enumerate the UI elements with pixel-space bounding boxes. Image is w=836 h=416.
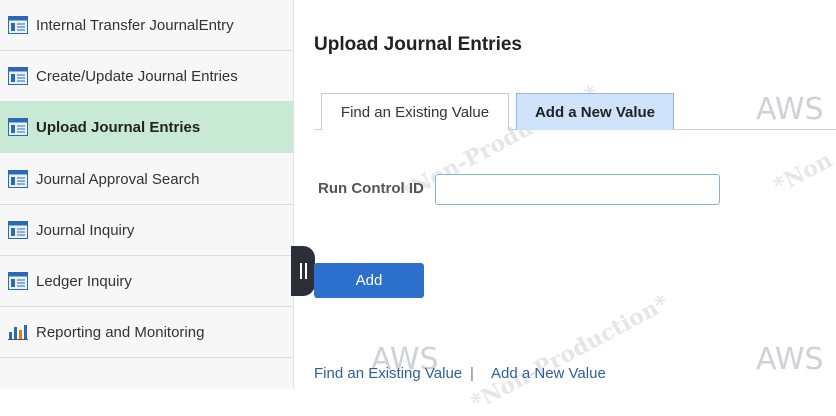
sidebar-item-journal-inquiry[interactable]: Journal Inquiry xyxy=(0,205,293,256)
component-page-icon xyxy=(8,16,28,34)
sidebar-nav: Internal Transfer JournalEntry Create/Up… xyxy=(0,0,294,389)
run-control-id-label: Run Control ID xyxy=(318,180,424,197)
component-page-icon xyxy=(8,272,28,290)
run-control-id-input[interactable] xyxy=(435,174,720,205)
sidebar-item-journal-approval-search[interactable]: Journal Approval Search xyxy=(0,154,293,205)
component-page-icon xyxy=(8,221,28,239)
tab-find-existing-value[interactable]: Find an Existing Value xyxy=(321,93,509,130)
sidebar-item-label: Create/Update Journal Entries xyxy=(36,67,238,85)
sidebar-item-label: Journal Approval Search xyxy=(36,170,200,188)
component-page-icon xyxy=(8,170,28,188)
sidebar-item-label: Ledger Inquiry xyxy=(36,272,132,290)
sidebar-item-label: Journal Inquiry xyxy=(36,221,135,239)
footer-link-separator: | xyxy=(470,365,474,382)
sidebar-item-upload-journal[interactable]: Upload Journal Entries xyxy=(0,102,293,153)
add-button[interactable]: Add xyxy=(314,263,424,298)
sidebar-collapse-handle[interactable] xyxy=(291,246,315,296)
page-title: Upload Journal Entries xyxy=(314,34,522,55)
sidebar-item-reporting-monitoring[interactable]: Reporting and Monitoring xyxy=(0,307,293,358)
drag-handle-icon xyxy=(299,263,307,279)
non-production-watermark: *Non xyxy=(769,146,836,200)
tab-add-new-value[interactable]: Add a New Value xyxy=(516,93,674,130)
bar-chart-icon xyxy=(8,323,28,341)
component-page-icon xyxy=(8,67,28,85)
sidebar-item-label: Reporting and Monitoring xyxy=(36,323,205,341)
aws-watermark: AWS xyxy=(756,92,824,127)
aws-watermark: AWS xyxy=(756,342,824,377)
find-existing-value-link[interactable]: Find an Existing Value xyxy=(314,365,462,382)
sidebar-item-internal-transfer[interactable]: Internal Transfer JournalEntry xyxy=(0,0,293,51)
sidebar-item-label: Internal Transfer JournalEntry xyxy=(36,16,234,34)
sidebar-item-label: Upload Journal Entries xyxy=(36,118,201,136)
sidebar-item-create-update-journal[interactable]: Create/Update Journal Entries xyxy=(0,51,293,102)
non-production-watermark: *Non-Production* xyxy=(466,289,673,416)
sidebar-item-ledger-inquiry[interactable]: Ledger Inquiry xyxy=(0,256,293,307)
add-new-value-link[interactable]: Add a New Value xyxy=(491,365,606,382)
component-page-icon xyxy=(8,118,28,136)
